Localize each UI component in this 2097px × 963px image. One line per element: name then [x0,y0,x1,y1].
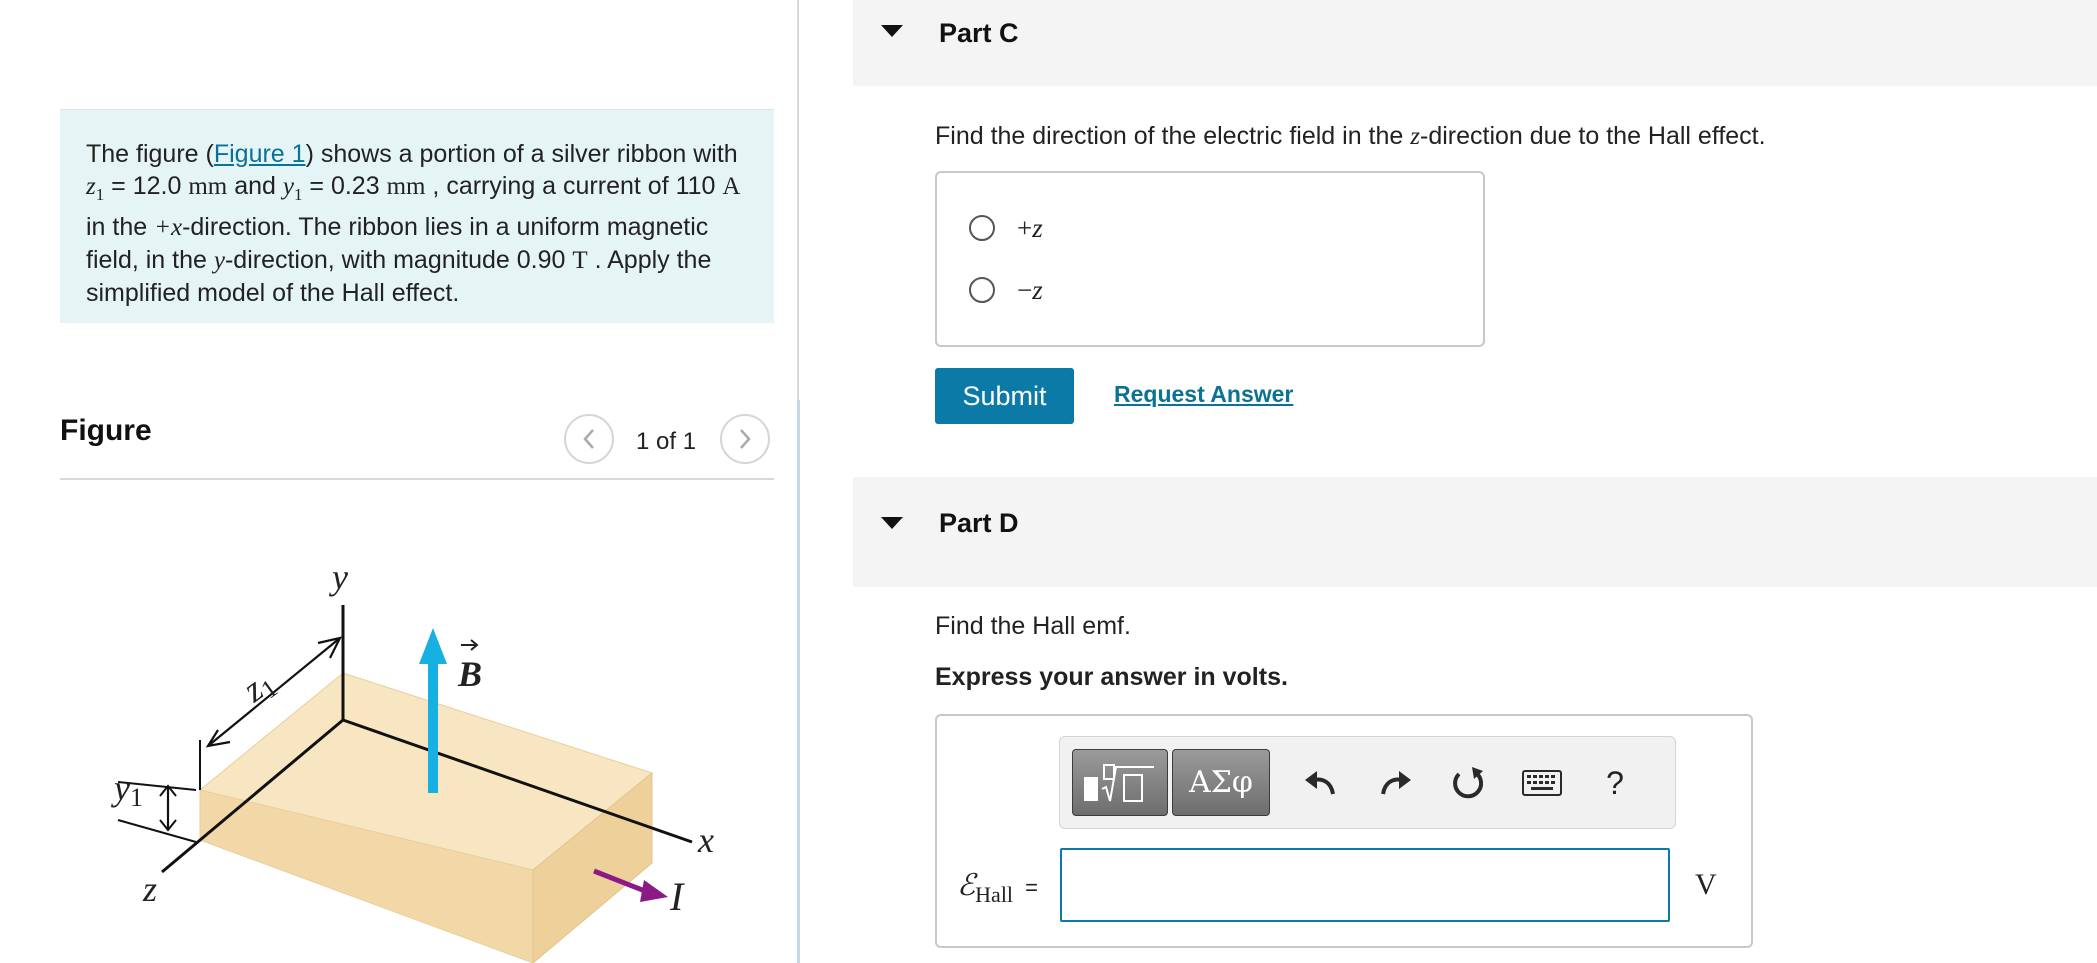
reset-icon[interactable] [1448,763,1488,803]
chevron-right-icon [740,429,751,449]
y1-value: = 0.23 [302,172,387,200]
problem-text: -direction, with magnitude 0.90 [224,246,573,274]
x-axis-label: x [697,820,714,860]
y1-unit: mm [386,173,426,200]
answer-options: +z −z [935,171,1485,347]
templates-icon [1084,763,1154,802]
part-d-instruction: Express your answer in volts. [935,663,1288,691]
hall-emf-input[interactable] [1060,848,1670,922]
y-direction: y [213,247,225,274]
question-variable: z [1410,123,1420,150]
radio-button[interactable] [969,277,995,303]
question-text: -direction due to the Hall effect. [1420,122,1766,150]
problem-panel: The figure (Figure 1) shows a portion of… [0,0,798,963]
y1-label: y1 [111,768,143,812]
y1-variable: y [282,173,294,200]
problem-text: in the [86,213,155,241]
current-unit: A [722,173,741,200]
figure-title: Figure [60,414,152,447]
question-text: Find the direction of the electric field… [935,122,1411,150]
chevron-left-icon [583,429,594,449]
b-field-label: B [457,654,482,694]
part-c-question: Find the direction of the electric field… [935,122,1766,151]
z-axis-label: z [142,869,157,909]
b-field-arrowhead [419,628,447,664]
answer-area: ΑΣφ ? ℰHall = V [935,714,1753,948]
templates-button[interactable] [1072,749,1168,816]
undo-icon[interactable] [1300,763,1340,803]
radio-button[interactable] [969,215,995,241]
submit-button[interactable]: Submit [935,368,1074,424]
next-figure-button[interactable] [720,414,770,464]
symbols-button[interactable]: ΑΣφ [1172,749,1270,816]
math-toolbar: ΑΣφ ? [1059,736,1676,829]
problem-text: ) shows a portion of a silver ribbon wit… [305,140,738,168]
option-label: +z [1017,212,1043,243]
option-label: −z [1017,274,1043,305]
z1-label: z1 [235,661,284,713]
problem-text: The figure ( [86,140,214,168]
current-label: I [669,874,685,919]
part-d-title: Part D [939,508,1019,538]
hall-effect-figure: y x z z1 y1 B I [111,557,714,963]
part-d-question: Find the Hall emf. [935,612,1131,640]
caret-down-icon [881,517,903,529]
help-icon[interactable]: ? [1600,763,1630,803]
problem-text: , carrying a current of 110 [425,172,723,200]
field-unit: T [572,247,588,274]
y1-extension-bottom [117,819,197,843]
keyboard-icon[interactable] [1520,763,1564,803]
caret-down-icon [881,25,903,37]
previous-figure-button[interactable] [564,414,614,464]
figure-link[interactable]: Figure 1 [214,140,306,168]
problem-statement: The figure (Figure 1) shows a portion of… [60,109,774,323]
option-minus-z[interactable]: −z [969,275,1043,305]
z1-variable: z [86,173,96,200]
hall-emf-label: ℰHall = [957,869,1038,907]
figure-divider [60,478,774,480]
part-c-header[interactable]: Part C [853,0,2097,86]
option-plus-z[interactable]: +z [969,213,1043,243]
part-d-header[interactable]: Part D [853,477,2097,587]
z1-value: = 12.0 [104,172,189,200]
panel-scrollbar[interactable] [797,400,800,963]
current-arrowhead [640,880,668,902]
part-c-title: Part C [939,18,1019,48]
z1-subscript: 1 [95,185,105,204]
z1-unit: mm [188,173,228,200]
unit-label: V [1695,868,1717,901]
x-direction: +x [154,214,183,241]
problem-text: and [227,172,283,200]
request-answer-link[interactable]: Request Answer [1114,381,1293,408]
figure-counter: 1 of 1 [636,428,697,455]
y-axis-label: y [329,557,348,597]
redo-icon[interactable] [1376,763,1416,803]
